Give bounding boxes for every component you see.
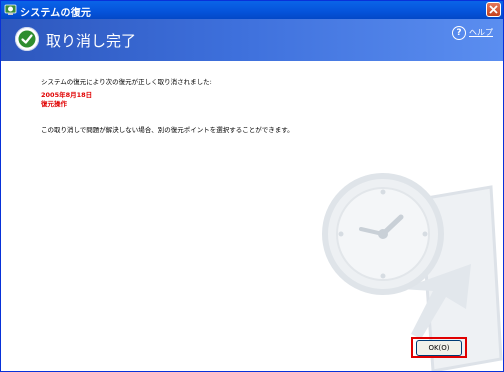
header-banner: 取り消し完了 ? ヘルプ [1,19,503,61]
hint-message: この取り消しで問題が解決しない場合、別の復元ポイントを選択することができます。 [41,126,294,134]
system-restore-window: システムの復元 取り消し完了 ? ヘルプ システムの復元により次の復元が正しく取… [0,0,504,372]
window-title: システムの復元 [20,8,92,19]
close-icon [489,5,498,14]
status-icon-container [15,27,39,51]
page-title: 取り消し完了 [46,32,137,50]
help-link[interactable]: ヘルプ [469,27,493,38]
help-icon[interactable]: ? [452,26,466,40]
result-message: システムの復元により次の復元が正しく取り消されました: [41,78,212,86]
close-button[interactable] [486,2,501,17]
checkmark-icon [18,30,36,48]
system-restore-icon [4,4,17,15]
restore-operation: 復元操作 [41,100,67,108]
ok-button[interactable]: OK(O) [416,340,462,356]
title-bar[interactable]: システムの復元 [1,1,503,19]
main-content: システムの復元により次の復元が正しく取り消されました: 2005年8月18日 復… [1,61,503,371]
